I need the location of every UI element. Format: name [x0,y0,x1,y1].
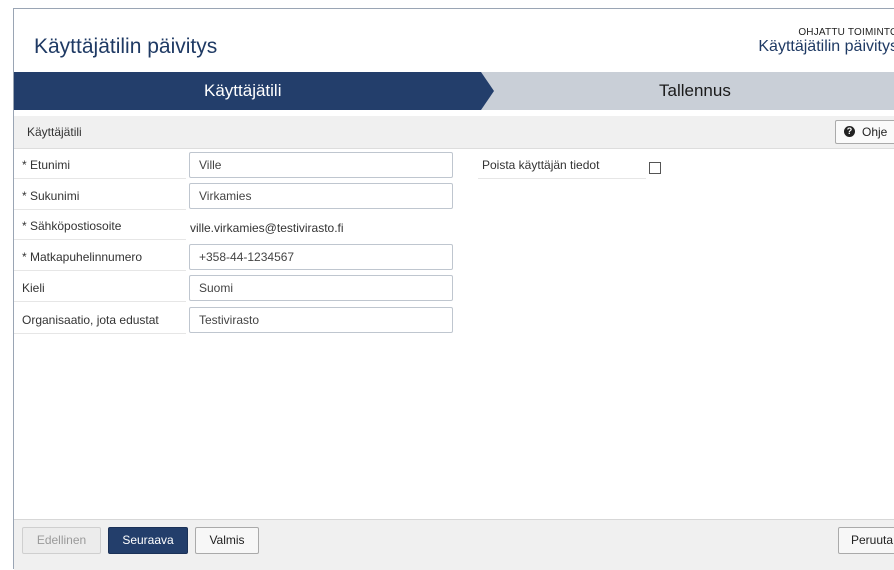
last-name-label: * Sukunimi [22,189,80,203]
organization-field[interactable]: Testivirasto [189,307,453,333]
section-title: Käyttäjätili [27,125,82,139]
mobile-label: * Matkapuhelinnumero [22,250,143,264]
first-name-row: * Etunimi [14,152,186,179]
last-name-field[interactable]: Virkamies [189,183,453,209]
help-button-label: Ohje [862,125,888,139]
step-save: Tallennus [659,81,731,100]
step-user-account: Käyttäjätili [14,72,481,110]
language-row: Kieli [14,275,186,302]
step-indicator: Käyttäjätili Tallennus [14,72,894,110]
organization-row: Organisaatio, jota edustat [14,307,186,334]
email-row: * Sähköpostiosoite [14,213,186,240]
mobile-value: +358-44-1234567 [199,250,295,264]
guided-action-subtitle: Käyttäjätilin päivitys [758,38,894,55]
last-name-value: Virkamies [199,189,252,203]
language-select[interactable]: Suomi [189,275,453,301]
next-button[interactable]: Seuraava [108,527,188,554]
mobile-row: * Matkapuhelinnumero [14,244,186,271]
first-name-value: Ville [199,158,222,172]
first-name-field[interactable]: Ville [189,152,453,178]
mobile-field[interactable]: +358-44-1234567 [189,244,453,270]
first-name-label: * Etunimi [22,158,71,172]
language-label: Kieli [22,281,45,295]
last-name-row: * Sukunimi [14,183,186,210]
cancel-button[interactable]: Peruuta [838,527,894,554]
step-arrow-icon [481,72,494,110]
wizard-header: Käyttäjätilin päivitys OHJATTU TOIMINTO … [14,9,894,71]
delete-user-row: Poista käyttäjän tiedot [478,152,646,179]
organization-value: Testivirasto [199,313,260,327]
language-value: Suomi [199,281,234,295]
guided-action-label: OHJATTU TOIMINTO [798,27,894,38]
organization-label: Organisaatio, jota edustat [22,313,159,327]
email-label: * Sähköpostiosoite [22,219,122,233]
wizard-footer: Edellinen Seuraava Valmis Peruuta [14,519,894,570]
delete-user-label: Poista käyttäjän tiedot [482,158,600,172]
wizard-window: Käyttäjätilin päivitys OHJATTU TOIMINTO … [13,8,894,570]
delete-user-checkbox[interactable] [649,162,661,174]
help-button[interactable]: ? Ohje [835,120,894,144]
question-icon: ? [844,126,855,137]
step-label: Käyttäjätili [204,81,282,100]
done-button[interactable]: Valmis [195,527,259,554]
email-value: ville.virkamies@testivirasto.fi [190,221,344,235]
page-title: Käyttäjätilin päivitys [34,35,218,58]
section-header: Käyttäjätili ? Ohje [14,116,894,149]
previous-button[interactable]: Edellinen [22,527,101,554]
